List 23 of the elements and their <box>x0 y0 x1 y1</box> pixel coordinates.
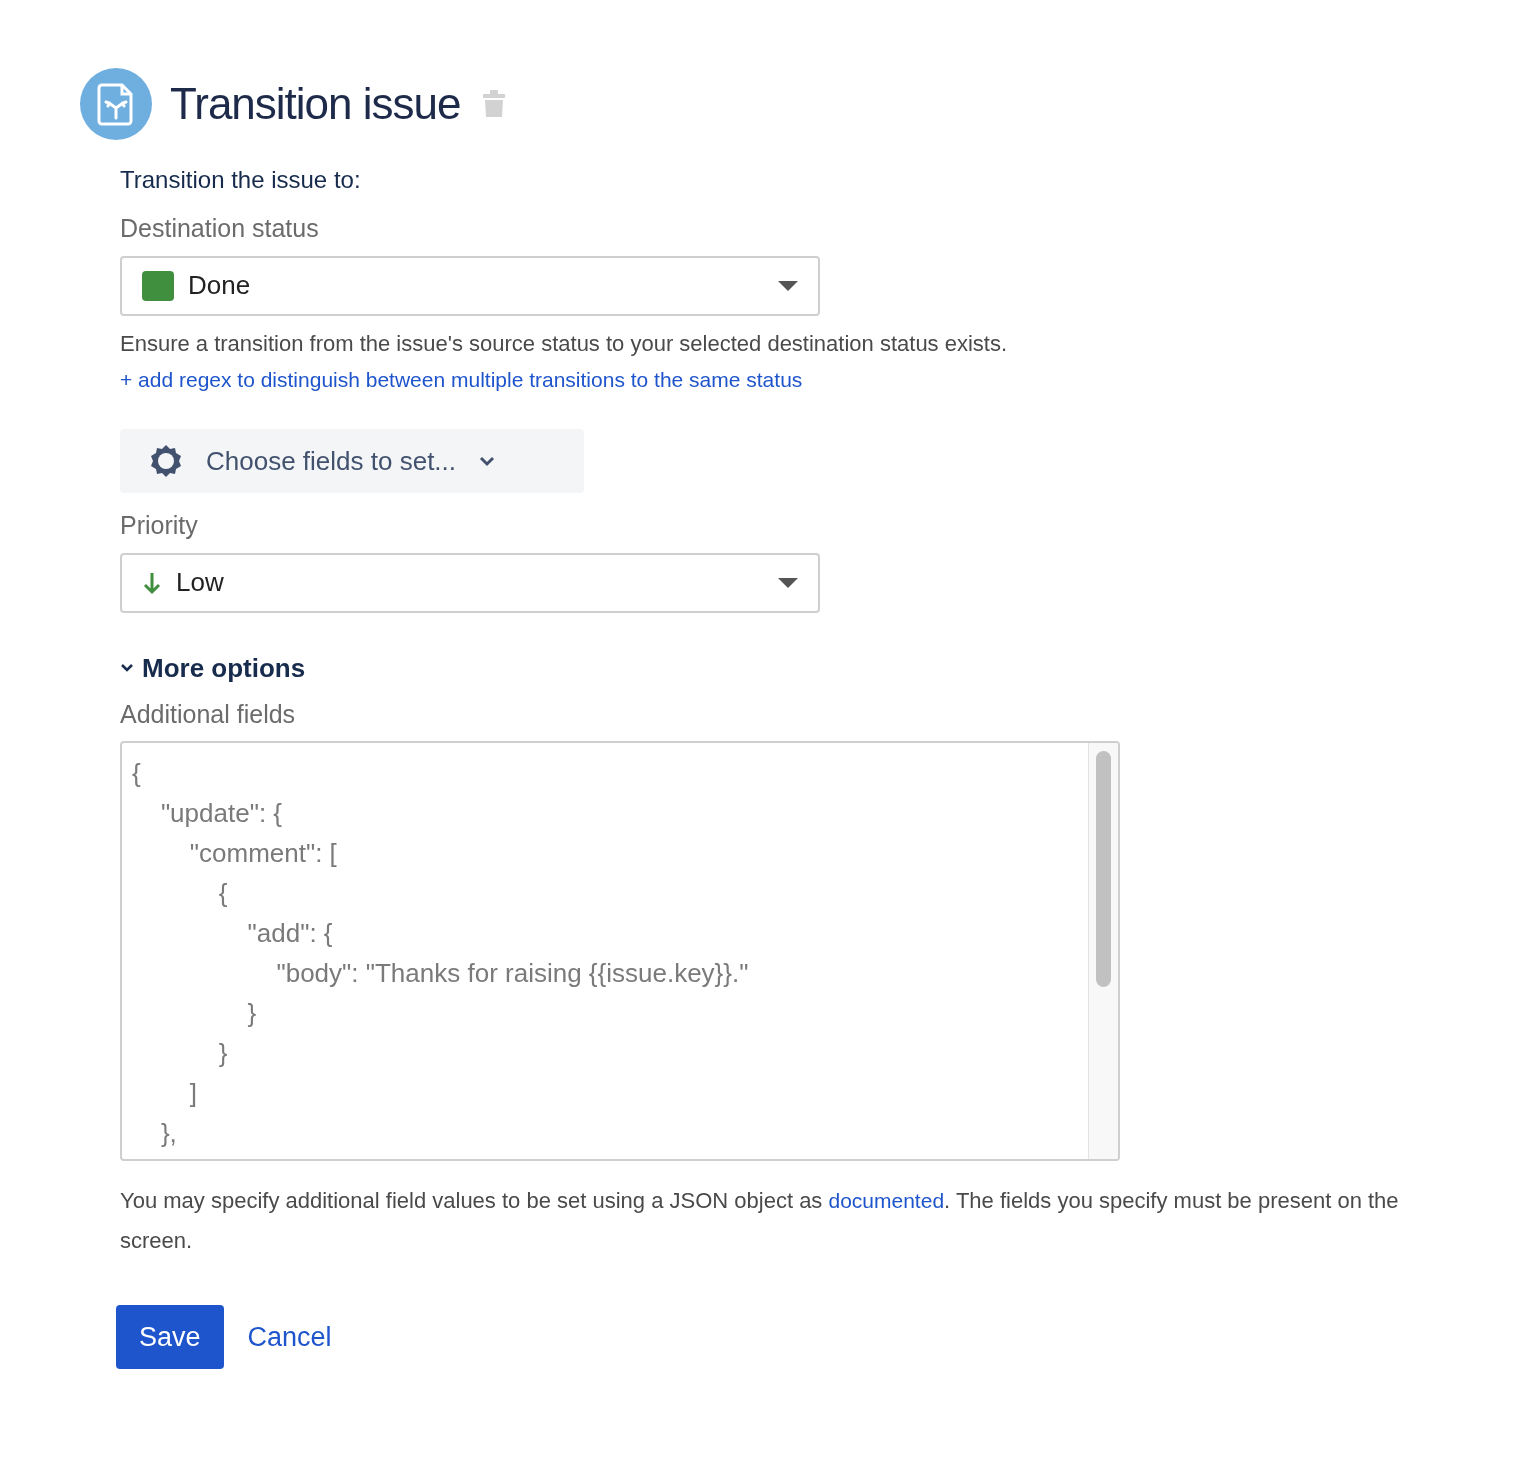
add-regex-link[interactable]: + add regex to distinguish between multiple transitions to the same status <box>120 367 803 391</box>
save-button[interactable]: Save <box>116 1305 224 1369</box>
help-text: Ensure a transition from the issue's source status to your selected destination status exists. <box>120 329 1009 358</box>
priority-select[interactable]: Low <box>120 552 820 613</box>
dropdown-caret-icon[interactable] <box>778 280 798 291</box>
field-label: Destination status <box>120 213 320 244</box>
section-heading: Transition the issue to: <box>120 165 362 195</box>
page-title: Transition issue <box>170 77 461 130</box>
arrow-down-icon <box>142 570 162 595</box>
documented-link[interactable]: documented <box>828 1189 945 1212</box>
field-label: Additional fields <box>120 698 297 730</box>
help-text: You may specify additional field values to be set using a JSON object as documented. The fields you specify must be present on the screen. <box>120 1187 1400 1255</box>
more-options-toggle[interactable]: More options <box>120 648 306 688</box>
chevron-down-icon <box>478 455 497 467</box>
chevron-down-icon <box>120 663 134 673</box>
status-select[interactable]: Done <box>120 255 820 316</box>
settings-icon <box>148 443 184 479</box>
choose-fields-button[interactable]: Choose fields to set... <box>120 429 584 493</box>
field-label: Priority <box>120 510 199 541</box>
scrollbar[interactable] <box>1088 743 1118 1159</box>
json-text-area[interactable]: { "update": { "comment": [ { "add": { "body": "Thanks for raising {{issue.key}}." } } ] }, <box>120 741 1120 1161</box>
cancel-link[interactable]: Cancel <box>223 1316 332 1358</box>
dropdown-caret-icon[interactable] <box>778 577 798 588</box>
